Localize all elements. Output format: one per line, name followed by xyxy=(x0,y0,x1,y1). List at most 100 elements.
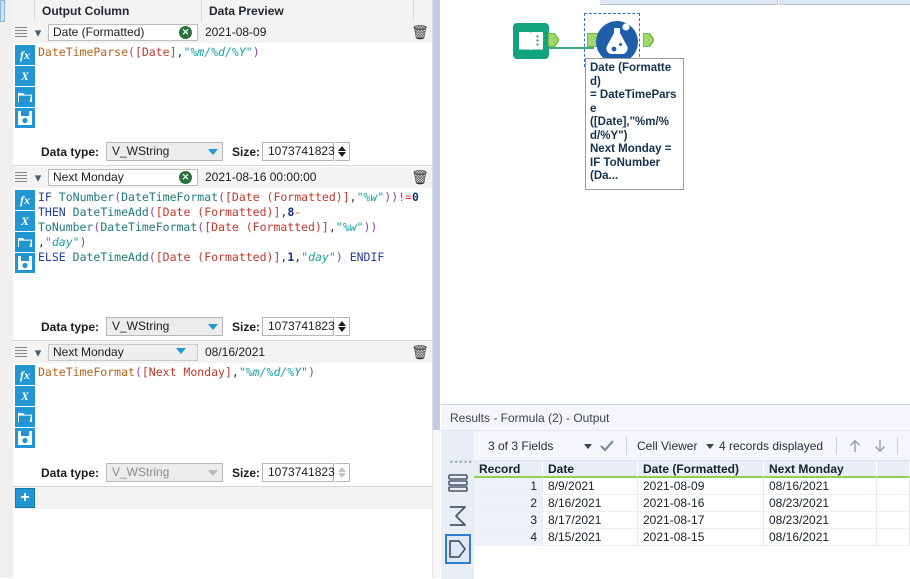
data-preview-value-2: 2021-08-16 00:00:00 xyxy=(205,170,317,184)
add-button[interactable]: + xyxy=(15,488,35,508)
formula-expression-2[interactable]: IF ToNumber(DateTimeFormat([Date (Format… xyxy=(38,190,430,265)
size-stepper-2[interactable] xyxy=(335,317,350,336)
formula-row-2-titlebar: ▾ Next Monday ✕ 2021-08-16 00:00:00 🗑 xyxy=(13,167,432,189)
delete-icon[interactable]: 🗑 xyxy=(410,168,430,187)
table-row[interactable]: 2 8/16/2021 2021-08-16 08/23/2021 xyxy=(474,495,910,512)
results-rail: ••••• xyxy=(441,431,475,579)
datatype-label-3: Data type: xyxy=(41,466,100,480)
config-panel-tab-marker[interactable] xyxy=(0,0,5,22)
size-input-3[interactable]: 1073741823 xyxy=(262,463,335,482)
datatype-value-1: V_WString xyxy=(112,144,170,158)
variable-x-icon[interactable]: X xyxy=(15,66,35,86)
open-folder-icon[interactable] xyxy=(15,407,35,427)
column-header-date-formatted[interactable]: Date (Formatted) xyxy=(638,461,764,478)
delete-icon[interactable]: 🗑 xyxy=(410,23,430,42)
formula-row-3: ▾ Next Monday 08/16/2021 🗑 fx X DateTime… xyxy=(13,342,432,487)
clear-icon[interactable]: ✕ xyxy=(179,171,192,184)
add-formula-row: + xyxy=(13,487,432,510)
sigma-icon[interactable] xyxy=(445,501,471,531)
clear-icon[interactable]: ✕ xyxy=(179,26,192,39)
table-row[interactable]: 1 8/9/2021 2021-08-09 08/16/2021 xyxy=(474,478,910,495)
size-label-3: Size: xyxy=(232,466,261,480)
drag-handle-icon[interactable] xyxy=(15,347,27,358)
size-stepper-1[interactable] xyxy=(335,142,350,161)
datatype-select-3[interactable]: V_WString xyxy=(106,463,223,482)
size-input-2[interactable]: 1073741823 xyxy=(262,317,335,336)
formula-output-anchor[interactable] xyxy=(642,32,655,50)
formula-editor-1: fx X DateTimeParse([Date],"%m/%d/%Y") Da… xyxy=(13,43,432,166)
checkmark-icon[interactable] xyxy=(600,439,614,453)
formula-configuration-panel: Output Column Data Preview ▾ Date (Forma… xyxy=(0,0,440,578)
chevron-down-icon[interactable]: ▾ xyxy=(29,24,47,41)
column-header-record[interactable]: Record xyxy=(474,461,543,478)
output-column-input-2[interactable]: Next Monday xyxy=(48,169,198,186)
delete-icon[interactable]: 🗑 xyxy=(410,343,430,362)
cell-next-monday: 08/16/2021 xyxy=(764,529,877,546)
cell-next-monday: 08/23/2021 xyxy=(764,512,877,529)
drag-handle-icon[interactable] xyxy=(15,172,27,183)
cell-date-formatted: 2021-08-16 xyxy=(638,495,764,512)
results-grid[interactable]: Record Date Date (Formatted) Next Monday… xyxy=(474,461,910,579)
toolbar-divider xyxy=(626,437,627,455)
cell-date: 8/16/2021 xyxy=(543,495,638,512)
arrow-up-icon[interactable] xyxy=(847,438,863,454)
function-fx-icon[interactable]: fx xyxy=(15,190,35,210)
tooltip-line-3: ([Date],"%m/% xyxy=(590,116,669,128)
function-fx-icon[interactable]: fx xyxy=(15,45,35,65)
cell-viewer-label[interactable]: Cell Viewer xyxy=(637,431,697,461)
save-icon[interactable] xyxy=(15,253,35,273)
function-fx-icon[interactable]: fx xyxy=(15,365,35,385)
chevron-down-icon[interactable] xyxy=(584,444,592,449)
output-column-input-1[interactable]: Date (Formatted) xyxy=(48,24,198,41)
datatype-select-1[interactable]: V_WString xyxy=(106,142,223,161)
results-grid-header: Record Date Date (Formatted) Next Monday xyxy=(474,461,910,478)
variable-x-icon[interactable]: X xyxy=(15,211,35,231)
column-header-date[interactable]: Date xyxy=(543,461,638,478)
results-panel: Results - Formula (2) - Output ••••• 3 o… xyxy=(441,404,910,579)
formula-expression-3[interactable]: DateTimeFormat([Next Monday],"%m/%d/%Y") xyxy=(38,365,430,380)
formula-expression-1[interactable]: DateTimeParse([Date],"%m/%d/%Y") xyxy=(38,45,430,60)
fields-count-label[interactable]: 3 of 3 Fields xyxy=(488,431,553,461)
chevron-down-icon xyxy=(208,324,218,330)
open-folder-icon[interactable] xyxy=(15,232,35,252)
chevron-down-icon xyxy=(208,149,218,155)
config-scrollbar-thumb[interactable] xyxy=(433,0,440,430)
rail-grip-icon[interactable]: ••••• xyxy=(450,458,472,467)
workflow-canvas[interactable]: Date (Formatted) = DateTimeParse ([Date]… xyxy=(441,0,910,404)
datatype-value-3: V_WString xyxy=(112,465,170,479)
size-stepper-3[interactable] xyxy=(335,463,350,482)
save-icon[interactable] xyxy=(15,108,35,128)
drag-handle-icon[interactable] xyxy=(15,27,27,38)
cell-date-formatted: 2021-08-09 xyxy=(638,478,764,495)
tooltip-line-4: d/%Y") xyxy=(590,129,628,142)
datatype-select-2[interactable]: V_WString xyxy=(106,317,223,336)
config-header-delete xyxy=(414,0,432,22)
formula-row-1: ▾ Date (Formatted) ✕ 2021-08-09 🗑 fx X D… xyxy=(13,22,432,166)
open-folder-icon[interactable] xyxy=(15,87,35,107)
chevron-down-icon xyxy=(208,470,218,476)
layers-icon[interactable] xyxy=(445,468,471,498)
output-anchor-icon[interactable] xyxy=(445,534,471,564)
canvas-tab-strip-left[interactable] xyxy=(600,0,778,5)
cell-date: 8/15/2021 xyxy=(543,529,638,546)
size-input-1[interactable]: 1073741823 xyxy=(262,142,335,161)
chevron-down-icon[interactable] xyxy=(706,444,714,449)
toolbar-divider xyxy=(897,437,898,455)
save-icon[interactable] xyxy=(15,428,35,448)
column-header-next-monday[interactable]: Next Monday xyxy=(764,461,877,478)
arrow-down-icon[interactable] xyxy=(872,438,888,454)
config-column-headers: Output Column Data Preview xyxy=(13,0,432,23)
datatype-value-2: V_WString xyxy=(112,319,170,333)
chevron-down-icon[interactable]: ▾ xyxy=(29,344,47,361)
input-tool-node[interactable] xyxy=(513,23,549,59)
cell-next-monday: 08/16/2021 xyxy=(764,478,877,495)
variable-x-icon[interactable]: X xyxy=(15,386,35,406)
table-row[interactable]: 4 8/15/2021 2021-08-15 08/16/2021 xyxy=(474,529,910,546)
cell-blank xyxy=(877,495,910,512)
chevron-down-icon[interactable] xyxy=(176,348,186,354)
chevron-down-icon[interactable]: ▾ xyxy=(29,169,47,186)
table-row[interactable]: 3 8/17/2021 2021-08-17 08/23/2021 xyxy=(474,512,910,529)
column-header-blank[interactable] xyxy=(877,461,910,478)
canvas-tab-strip-right[interactable] xyxy=(779,0,910,5)
results-title: Results - Formula (2) - Output xyxy=(441,405,910,431)
